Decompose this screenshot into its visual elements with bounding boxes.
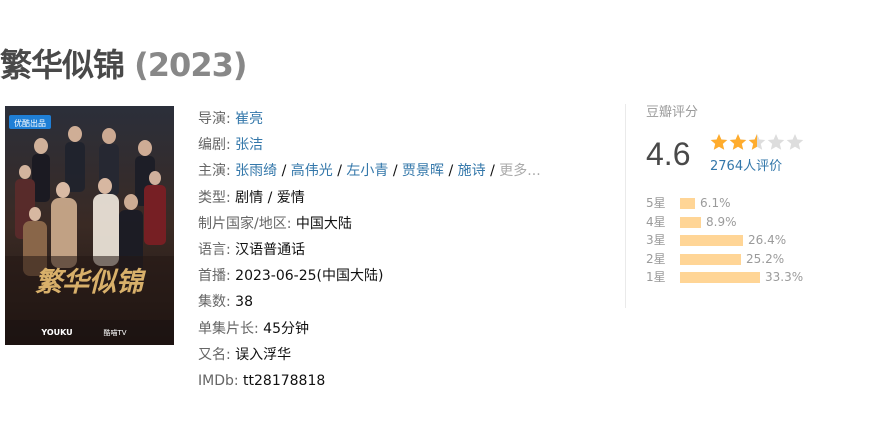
rating-row-label: 4星 xyxy=(646,214,666,229)
rating-row-percent: 25.2% xyxy=(746,251,785,266)
runtime-label: 单集片长: xyxy=(198,320,259,337)
rating-title: 豆瓣评分 xyxy=(646,105,699,120)
page-title: 繁华似锦 (2023) xyxy=(0,40,247,86)
cast-label: 主演: xyxy=(198,163,231,180)
rating-bar xyxy=(680,198,695,209)
runtime-value: 45分钟 xyxy=(263,320,309,337)
writer-link[interactable]: 张洁 xyxy=(235,137,263,153)
info-row-language: 语言: 汉语普通话 xyxy=(198,237,618,263)
episodes-value: 38 xyxy=(235,294,253,311)
star-full-icon xyxy=(710,134,728,150)
rating-row: 1星 33.3% xyxy=(646,268,876,287)
cast-separator: / xyxy=(277,163,291,180)
cast-link-3[interactable]: 左小青 xyxy=(346,163,388,179)
rating-row-label: 1星 xyxy=(646,270,666,284)
title-year: (2023) xyxy=(134,46,247,84)
rating-row-percent: 26.4% xyxy=(748,233,787,247)
rating-row-label: 3星 xyxy=(646,233,666,247)
rating-panel: 豆瓣评分 4.6 2764人评价 5星 6.1% 4星 8.9% 3星 26.4% 2星 25… xyxy=(646,104,876,284)
star-empty-icon xyxy=(767,134,785,150)
info-row-genre: 类型: 剧情 / 爱情 xyxy=(198,185,618,211)
star-half-icon xyxy=(748,134,766,150)
imdb-value: tt28178818 xyxy=(243,372,326,389)
cast-separator: / xyxy=(485,163,500,180)
country-label: 制片国家/地区: xyxy=(198,215,292,232)
cast-separator: / xyxy=(388,163,403,180)
director-link[interactable]: 崔亮 xyxy=(235,111,263,127)
aka-label: 又名: xyxy=(198,346,231,363)
info-row-director: 导演: 崔亮 xyxy=(198,106,618,132)
info-row-country: 制片国家/地区: 中国大陆 xyxy=(198,211,618,237)
rating-bar xyxy=(680,272,760,283)
rating-row: 5星 6.1% xyxy=(646,194,876,213)
rating-distribution: 5星 6.1% 4星 8.9% 3星 26.4% 2星 25.2% 1星 33.3% xyxy=(646,194,876,287)
title-name: 繁华似锦 xyxy=(0,46,125,84)
poster-logo-kumiao: 酷喵TV xyxy=(103,328,126,337)
section-divider xyxy=(625,104,626,308)
info-row-runtime: 单集片长: 45分钟 xyxy=(198,316,618,342)
info-row-imdb: IMDb: tt28178818 xyxy=(198,368,618,394)
rating-bar xyxy=(680,235,743,246)
rating-score: 4.6 xyxy=(646,136,691,172)
cast-link-5[interactable]: 施诗 xyxy=(458,163,486,179)
rating-votes-link[interactable]: 2764人评价 xyxy=(710,159,782,175)
poster-image[interactable]: 优酷出品 繁华似锦 YOUKU 酷喵TV xyxy=(5,106,174,345)
cast-link-2[interactable]: 高伟光 xyxy=(291,163,333,179)
language-value: 汉语普通话 xyxy=(235,241,306,258)
aka-value: 误入浮华 xyxy=(235,346,292,363)
poster-calligraphy: 繁华似锦 xyxy=(35,267,147,298)
rating-row-percent: 6.1% xyxy=(700,196,731,210)
country-value: 中国大陆 xyxy=(295,215,352,232)
rating-row-percent: 33.3% xyxy=(765,270,804,284)
cast-separator: / xyxy=(444,163,458,180)
cast-link-1[interactable]: 张雨绮 xyxy=(235,163,277,179)
director-label: 导演: xyxy=(198,111,231,127)
rating-bar xyxy=(680,216,701,228)
star-empty-icon xyxy=(786,134,804,150)
rating-row: 3星 26.4% xyxy=(646,231,876,250)
poster-logo-youku: YOUKU xyxy=(40,328,72,337)
imdb-label: IMDb: xyxy=(198,372,239,389)
cast-separator: / xyxy=(332,163,347,180)
rating-row-percent: 8.9% xyxy=(706,214,737,229)
genre-value: 剧情 / 爱情 xyxy=(235,189,305,206)
writer-label: 编剧: xyxy=(198,137,231,154)
subject-info: 导演: 崔亮 编剧: 张洁 主演: 张雨绮 / 高伟光 / 左小青 / 贾景晖 … xyxy=(198,106,618,394)
language-label: 语言: xyxy=(198,241,231,258)
rating-row: 2星 25.2% xyxy=(646,250,876,269)
premiere-label: 首播: xyxy=(198,268,231,285)
cast-link-4[interactable]: 贾景晖 xyxy=(402,163,444,179)
rating-row-label: 2星 xyxy=(646,251,666,266)
info-row-writer: 编剧: 张洁 xyxy=(198,132,618,158)
info-row-aka: 又名: 误入浮华 xyxy=(198,342,618,368)
genre-label: 类型: xyxy=(198,189,231,206)
rating-bar xyxy=(680,253,741,265)
premiere-value: 2023-06-25(中国大陆) xyxy=(235,268,384,285)
rating-stars xyxy=(710,133,805,153)
star-full-icon xyxy=(729,134,747,150)
rating-row: 4星 8.9% xyxy=(646,213,876,232)
rating-row-label: 5星 xyxy=(646,196,666,210)
info-row-episodes: 集数: 38 xyxy=(198,289,618,315)
episodes-label: 集数: xyxy=(198,294,231,311)
cast-more-link[interactable]: 更多... xyxy=(499,163,540,179)
info-row-premiere: 首播: 2023-06-25(中国大陆) xyxy=(198,263,618,289)
info-row-cast: 主演: 张雨绮 / 高伟光 / 左小青 / 贾景晖 / 施诗 / 更多... xyxy=(198,158,618,184)
poster-badge: 优酷出品 xyxy=(14,118,46,128)
